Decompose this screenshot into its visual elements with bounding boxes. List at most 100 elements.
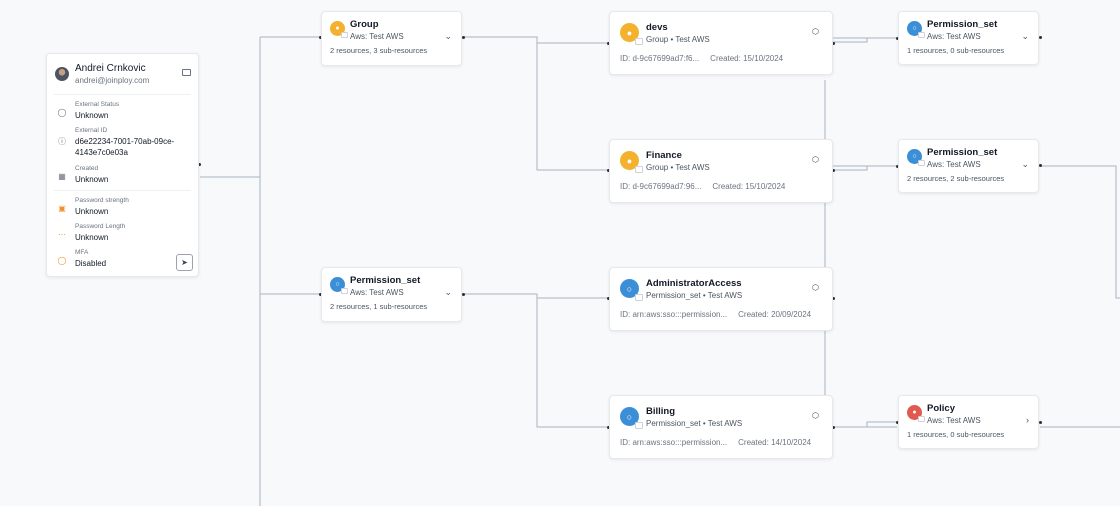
node-title: Permission_set — [927, 19, 998, 30]
field-label: External ID — [75, 127, 108, 134]
chevron-down-icon[interactable]: ⌄ — [444, 287, 452, 298]
edge-devs-permset — [833, 37, 897, 43]
chevron-right-icon[interactable]: › — [1026, 415, 1029, 425]
field-value: Unknown — [75, 111, 109, 120]
node-administrator-access[interactable]: ○ AdministratorAccess Permission_set • T… — [609, 267, 833, 331]
handle-dot[interactable] — [1039, 164, 1042, 167]
chevron-down-icon[interactable]: ⌄ — [1021, 159, 1029, 170]
node-created: Created: 20/09/2024 — [738, 310, 812, 319]
node-subtitle: Permission_set • Test AWS — [646, 419, 743, 428]
lock-icon: ▣ — [58, 203, 66, 213]
node-permission-set-right-1[interactable]: ○ Permission_set Aws: Test AWS 1 resourc… — [898, 11, 1039, 65]
field-value: Unknown — [75, 233, 109, 242]
permission-set-icon: ○ — [907, 21, 925, 38]
chevron-down-icon[interactable]: ⌄ — [1021, 31, 1029, 42]
node-title: Group — [350, 19, 379, 30]
field-label: Created — [75, 165, 99, 172]
node-subtitle: Aws: Test AWS — [350, 32, 404, 41]
handle-dot[interactable] — [1039, 36, 1042, 39]
cube-icon[interactable]: ⬡ — [812, 411, 819, 420]
node-id: ID: arn:aws:sso:::permission... — [620, 310, 728, 319]
node-permission-set-left[interactable]: ○ Permission_set Aws: Test AWS 2 resourc… — [321, 267, 462, 322]
node-id: ID: d-9c67699ad7:f6... — [620, 54, 700, 63]
node-id: ID: d-9c67699ad7:96... — [620, 182, 702, 191]
node-policy[interactable]: ● Policy Aws: Test AWS 1 resources, 0 su… — [898, 395, 1039, 449]
user-card[interactable]: Andrei Crnkovic andrei@joinploy.com ◯ Ex… — [46, 53, 199, 277]
aws-badge-icon — [918, 416, 925, 422]
handle-dot[interactable] — [1039, 421, 1042, 424]
field-label: Password Length — [75, 223, 126, 230]
node-meta: ID: d-9c67699ad7:f6... Created: 15/10/202… — [620, 54, 783, 63]
permission-set-icon: ○ — [620, 407, 643, 429]
aws-badge-icon — [635, 422, 643, 429]
cube-icon[interactable]: ⬡ — [812, 283, 819, 292]
aws-badge-icon — [341, 288, 348, 294]
permission-set-icon: ○ — [620, 279, 643, 301]
node-permission-set-right-2[interactable]: ○ Permission_set Aws: Test AWS 2 resourc… — [898, 139, 1039, 193]
edge-right-1 — [1040, 165, 1120, 299]
node-resources: 2 resources, 2 sub-resources — [907, 174, 1005, 183]
dots-icon: ⋯ — [58, 229, 66, 239]
node-subtitle: Permission_set • Test AWS — [646, 291, 743, 300]
node-created: Created: 15/10/2024 — [712, 182, 786, 191]
cube-icon[interactable]: ⬡ — [812, 155, 819, 164]
permission-set-icon: ○ — [907, 149, 925, 166]
permission-set-icon: ○ — [330, 277, 348, 294]
send-icon: ➤ — [181, 258, 188, 267]
node-resources: 2 resources, 3 sub-resources — [330, 46, 428, 55]
node-title: Billing — [646, 406, 676, 417]
divider — [54, 94, 191, 95]
field-value: d6e22234-7001-70ab-09ce-4143e7c0e03a — [75, 137, 175, 157]
aws-badge-icon — [918, 160, 925, 166]
node-id: ID: arn:aws:sso:::permission... — [620, 438, 728, 447]
group-icon: ● — [620, 151, 643, 173]
edge-user-trunk — [200, 36, 321, 506]
node-resources: 1 resources, 0 sub-resources — [907, 46, 1005, 55]
send-button[interactable]: ➤ — [176, 254, 193, 271]
node-billing[interactable]: ○ Billing Permission_set • Test AWS ⬡ ID… — [609, 395, 833, 459]
node-subtitle: Aws: Test AWS — [927, 32, 981, 41]
aws-badge-icon — [635, 38, 643, 45]
avatar — [55, 67, 69, 81]
edge-group-children — [463, 36, 609, 171]
edge-permset-children — [463, 293, 609, 428]
node-subtitle: Aws: Test AWS — [927, 416, 981, 425]
policy-icon: ● — [907, 405, 925, 422]
node-resources: 2 resources, 1 sub-resources — [330, 302, 428, 311]
node-title: Permission_set — [927, 147, 998, 158]
graph-canvas: Andrei Crnkovic andrei@joinploy.com ◯ Ex… — [0, 0, 1120, 506]
node-title: devs — [646, 22, 668, 33]
cube-icon[interactable]: ⬡ — [812, 27, 819, 36]
node-subtitle: Aws: Test AWS — [350, 288, 404, 297]
node-title: Policy — [927, 403, 955, 414]
node-title: Finance — [646, 150, 682, 161]
node-finance[interactable]: ● Finance Group • Test AWS ⬡ ID: d-9c676… — [609, 139, 833, 203]
node-subtitle: Group • Test AWS — [646, 163, 710, 172]
node-created: Created: 15/10/2024 — [710, 54, 784, 63]
node-resources: 1 resources, 0 sub-resources — [907, 430, 1005, 439]
person-icon: ◯ — [57, 107, 67, 117]
edge-finance-permset — [833, 165, 897, 171]
edge-billing-policy — [833, 421, 897, 428]
handle-dot[interactable] — [462, 36, 465, 39]
node-title: AdministratorAccess — [646, 278, 742, 289]
node-meta: ID: arn:aws:sso:::permission... Created: … — [620, 438, 811, 447]
group-icon: ● — [330, 21, 348, 38]
chevron-down-icon[interactable]: ⌄ — [444, 31, 452, 42]
field-label: MFA — [75, 249, 89, 256]
node-meta: ID: d-9c67699ad7:96... Created: 15/10/202… — [620, 182, 785, 191]
node-subtitle: Aws: Test AWS — [927, 160, 981, 169]
user-name: Andrei Crnkovic — [75, 63, 146, 74]
info-icon: ⓘ — [58, 136, 66, 146]
handle-dot[interactable] — [462, 293, 465, 296]
node-meta: ID: arn:aws:sso:::permission... Created: … — [620, 310, 811, 319]
field-value: Unknown — [75, 207, 109, 216]
node-devs[interactable]: ● devs Group • Test AWS ⬡ ID: d-9c67699a… — [609, 11, 833, 75]
shield-icon: ◯ — [57, 255, 67, 265]
calendar-icon: ▦ — [58, 171, 66, 181]
user-email: andrei@joinploy.com — [75, 76, 150, 85]
field-value: Unknown — [75, 175, 109, 184]
divider — [54, 190, 191, 191]
id-card-icon[interactable] — [182, 69, 191, 76]
node-group[interactable]: ● Group Aws: Test AWS 2 resources, 3 sub… — [321, 11, 462, 66]
